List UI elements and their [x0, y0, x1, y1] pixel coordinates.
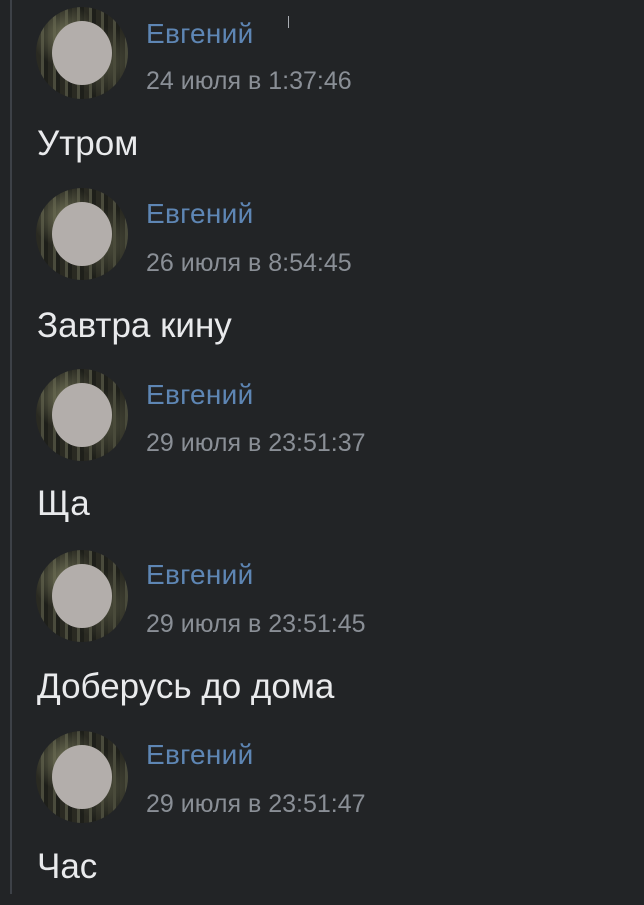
message-timestamp[interactable]: 29 июля в 23:51:45	[146, 612, 366, 637]
message-text: Утром	[37, 124, 139, 163]
message-item: Евгений 29 июля в 23:51:47 Час	[0, 724, 644, 905]
author-name[interactable]: Евгений	[146, 20, 254, 48]
author-name[interactable]: Евгений	[146, 200, 254, 228]
avatar[interactable]	[36, 550, 128, 642]
author-name[interactable]: Евгений	[146, 741, 254, 769]
message-text: Час	[37, 847, 98, 886]
message-item: Евгений 24 июля в 1:37:46 Утром	[0, 0, 644, 181]
message-text: Доберусь до дома	[37, 667, 335, 706]
message-timestamp[interactable]: 29 июля в 23:51:47	[146, 792, 366, 817]
message-timestamp[interactable]: 26 июля в 8:54:45	[146, 251, 352, 276]
message-text: Завтра кину	[37, 306, 232, 345]
cursor-icon	[288, 16, 289, 28]
avatar[interactable]	[36, 188, 128, 280]
author-name[interactable]: Евгений	[146, 561, 254, 589]
message-timestamp[interactable]: 24 июля в 1:37:46	[146, 69, 352, 94]
avatar[interactable]	[36, 7, 128, 99]
message-item: Евгений 29 июля в 23:51:45 Доберусь до д…	[0, 543, 644, 724]
message-text: Ща	[37, 484, 90, 523]
message-item: Евгений 26 июля в 8:54:45 Завтра кину	[0, 181, 644, 362]
avatar[interactable]	[36, 369, 128, 461]
author-name[interactable]: Евгений	[146, 381, 254, 409]
avatar[interactable]	[36, 731, 128, 823]
message-timestamp[interactable]: 29 июля в 23:51:37	[146, 431, 366, 456]
message-item: Евгений 29 июля в 23:51:37 Ща	[0, 362, 644, 543]
